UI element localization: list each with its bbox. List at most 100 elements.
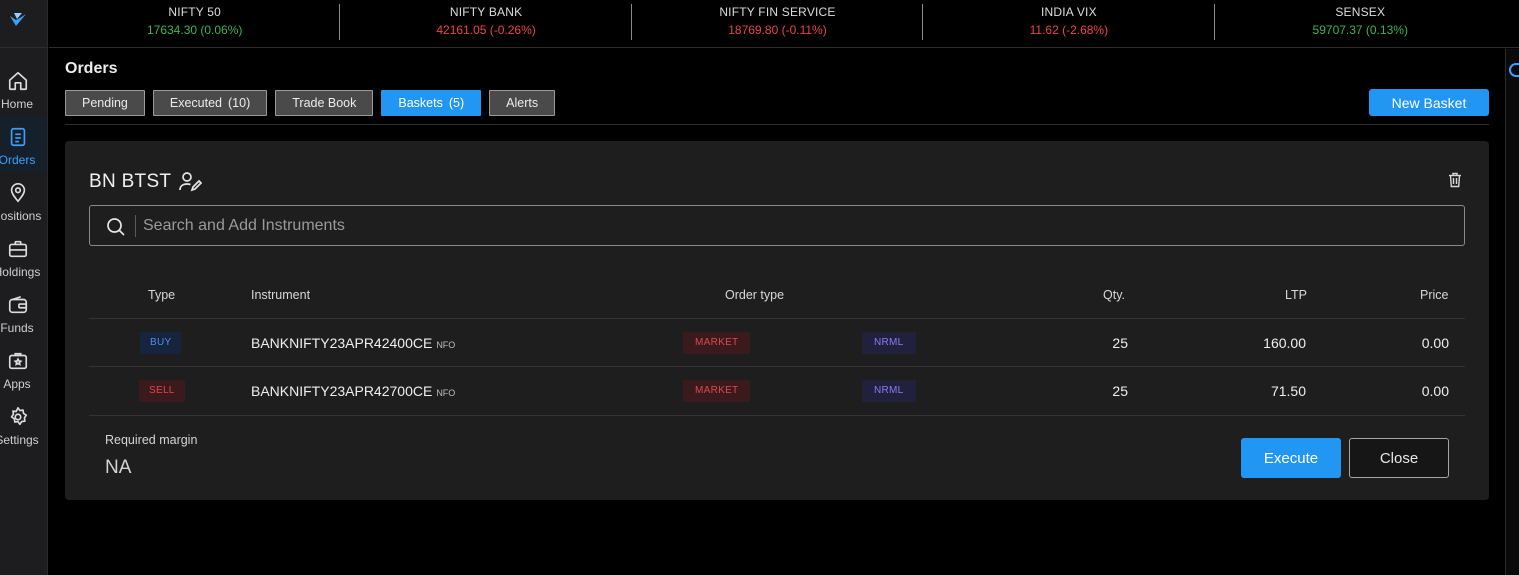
sidebar-item-holdings[interactable]: Holdings xyxy=(0,228,47,284)
location-pin-icon xyxy=(0,180,36,206)
sidebar-item-label: Orders xyxy=(0,153,36,167)
ticker-value: 59707.37 (0.13%) xyxy=(1312,23,1408,37)
ticker-item-nifty-50[interactable]: NIFTY 50 17634.30 (0.06%) xyxy=(49,0,341,48)
column-header-qty: Qty. xyxy=(1103,288,1125,302)
orders-tabs: Pending Executed (10) Trade Book Baskets (… xyxy=(65,90,556,116)
exchange-label: NFO xyxy=(436,387,456,398)
instrument-cell: BANKNIFTY23APR42700CE NFO xyxy=(251,367,455,415)
new-basket-button[interactable]: New Basket xyxy=(1369,89,1489,116)
tab-label: Alerts xyxy=(506,96,539,110)
ticker-item-nifty-bank[interactable]: NIFTY BANK 42161.05 (-0.26%) xyxy=(340,0,633,48)
sidebar-item-label: Positions xyxy=(0,209,42,223)
tab-trade-book[interactable]: Trade Book xyxy=(275,90,374,116)
product-badge: NRML xyxy=(862,332,916,354)
app-logo[interactable] xyxy=(0,0,47,48)
sidebar-item-label: Home xyxy=(0,97,33,111)
tab-label: Baskets xyxy=(398,96,443,110)
sidebar-item-settings[interactable]: Settings xyxy=(0,396,47,452)
sidebar-item-label: Apps xyxy=(3,377,31,391)
ltp-value: 71.50 xyxy=(1270,383,1306,399)
edit-basket-icon[interactable] xyxy=(178,171,203,198)
tab-pending[interactable]: Pending xyxy=(65,90,145,116)
column-header-ltp: LTP xyxy=(1285,288,1307,302)
instrument-symbol: BANKNIFTY23APR42700CE xyxy=(251,383,433,399)
order-type-cell: MARKET xyxy=(683,367,751,415)
sidebar-item-apps[interactable]: Apps xyxy=(0,340,47,396)
order-type-cell: MARKET xyxy=(683,319,751,367)
sidebar-item-label: Holdings xyxy=(0,265,41,279)
type-cell: BUY xyxy=(140,319,182,367)
product-badge: NRML xyxy=(862,380,916,402)
tab-label: Trade Book xyxy=(292,96,357,110)
wallet-icon xyxy=(0,292,36,318)
table-row[interactable]: BUY BANKNIFTY23APR42400CE NFO MARKET NRM… xyxy=(89,318,1465,366)
sidebar-item-home[interactable]: Home xyxy=(0,60,47,116)
product-cell: NRML xyxy=(862,367,916,415)
price-value: 0.00 xyxy=(1421,335,1449,351)
product-cell: NRML xyxy=(862,319,916,367)
exchange-label: NFO xyxy=(436,339,456,350)
search-icon xyxy=(106,217,126,242)
logo-icon xyxy=(10,13,26,26)
close-button[interactable]: Close xyxy=(1349,438,1449,478)
instrument-cell: BANKNIFTY23APR42400CE NFO xyxy=(251,319,455,367)
basket-card: BN BTST Type Instrument Order type Qty. … xyxy=(65,141,1489,500)
briefcase-icon xyxy=(0,236,36,262)
ticker-name: SENSEX xyxy=(1335,5,1386,19)
column-header-price: Price xyxy=(1420,288,1449,302)
page-title: Orders xyxy=(65,60,118,77)
orders-icon xyxy=(0,124,36,150)
expand-panel-icon[interactable] xyxy=(1509,63,1519,77)
gear-icon xyxy=(0,404,36,430)
instrument-symbol: BANKNIFTY23APR42400CE xyxy=(251,335,433,351)
ticker-name: INDIA VIX xyxy=(1040,5,1097,19)
sidebar-item-funds[interactable]: Funds xyxy=(0,284,47,340)
search-separator xyxy=(135,215,136,237)
ticker-name: NIFTY BANK xyxy=(449,5,523,19)
price-value: 0.00 xyxy=(1421,383,1449,399)
column-header-instrument: Instrument xyxy=(251,288,311,302)
required-margin-label: Required margin xyxy=(105,433,198,447)
column-header-order-type: Order type xyxy=(725,288,785,302)
ticker-item-nifty-fin-service[interactable]: NIFTY FIN SERVICE 18769.80 (-0.11%) xyxy=(632,0,924,48)
instrument-search xyxy=(89,205,1465,246)
delete-basket-icon[interactable] xyxy=(1448,172,1462,193)
ticker-value: 42161.05 (-0.26%) xyxy=(436,23,536,37)
header-divider xyxy=(65,124,1489,125)
sidebar-item-label: Funds xyxy=(0,321,34,335)
tab-count: (5) xyxy=(448,96,465,110)
sidebar-item-positions[interactable]: Positions xyxy=(0,172,47,228)
qty-value: 25 xyxy=(1112,383,1128,399)
home-icon xyxy=(0,68,36,94)
ticker-value: 11.62 (-2.68%) xyxy=(1029,23,1109,37)
tab-alerts[interactable]: Alerts xyxy=(489,90,556,116)
ticker-item-sensex[interactable]: SENSEX 59707.37 (0.13%) xyxy=(1215,0,1506,48)
buy-badge: BUY xyxy=(140,332,182,354)
table-row[interactable]: SELL BANKNIFTY23APR42700CE NFO MARKET NR… xyxy=(89,366,1465,414)
table-bottom-divider xyxy=(89,415,1465,416)
search-input[interactable] xyxy=(143,206,1443,245)
qty-value: 25 xyxy=(1112,335,1128,351)
tab-count: (10) xyxy=(228,96,251,110)
ticker-value: 18769.80 (-0.11%) xyxy=(728,23,827,37)
sidebar-item-label: Settings xyxy=(0,433,39,447)
market-badge: MARKET xyxy=(683,332,751,354)
tab-label: Pending xyxy=(82,96,128,110)
basket-name: BN BTST xyxy=(89,171,172,192)
ltp-value: 160.00 xyxy=(1263,335,1306,351)
tab-baskets[interactable]: Baskets (5) xyxy=(381,90,482,116)
sidebar: Home Orders Positions Holdings Funds App… xyxy=(0,0,48,575)
required-margin-value: NA xyxy=(105,457,132,478)
right-panel-rail xyxy=(1505,49,1519,575)
column-header-type: Type xyxy=(148,288,176,302)
sidebar-item-orders[interactable]: Orders xyxy=(0,116,47,172)
sell-badge: SELL xyxy=(139,380,185,402)
ticker-item-india-vix[interactable]: INDIA VIX 11.62 (-2.68%) xyxy=(923,0,1215,48)
ticker-name: NIFTY 50 xyxy=(168,5,222,19)
tab-executed[interactable]: Executed (10) xyxy=(152,90,268,116)
execute-button[interactable]: Execute xyxy=(1241,438,1341,478)
ticker-name: NIFTY FIN SERVICE xyxy=(719,5,836,19)
market-badge: MARKET xyxy=(683,380,751,402)
type-cell: SELL xyxy=(139,367,185,415)
tab-label: Executed xyxy=(169,96,222,110)
